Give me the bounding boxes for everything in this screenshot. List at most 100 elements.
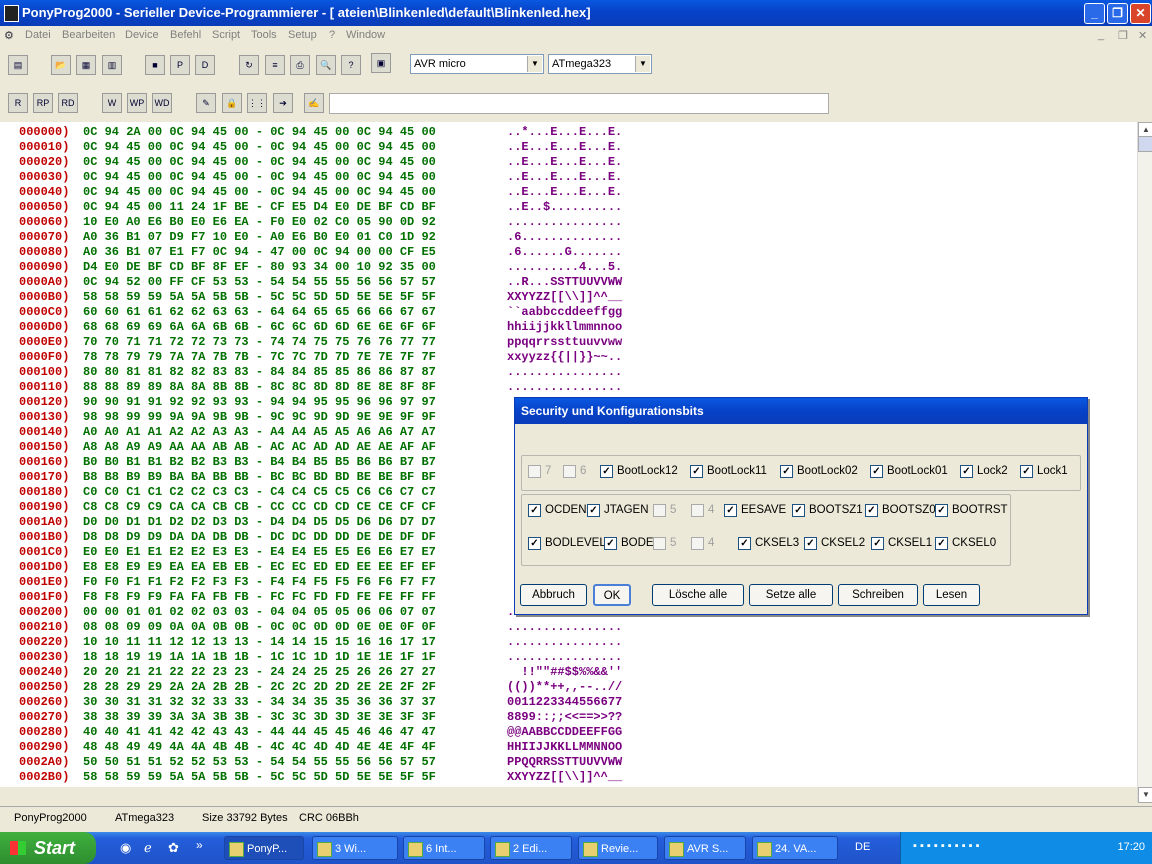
hex-row[interactable]: 000280) 40 40 41 41 42 42 43 43 - 44 44 4… xyxy=(0,725,700,740)
lock-icon[interactable]: 🔒 xyxy=(222,93,242,113)
hex-bytes[interactable]: 18 18 19 19 1A 1A 1B 1B - 1C 1C 1D 1D 1E… xyxy=(83,650,436,664)
hex-ascii[interactable]: 0011223344556677 xyxy=(507,695,622,709)
media-icon[interactable]: ✿ xyxy=(168,840,179,856)
hex-bytes[interactable]: 70 70 71 71 72 72 73 73 - 74 74 75 75 76… xyxy=(83,335,436,349)
hex-row[interactable]: 000210) 08 08 09 09 0A 0A 0B 0B - 0C 0C 0… xyxy=(0,620,700,635)
set-all-button[interactable]: Setze alle xyxy=(749,584,833,606)
mdi-close-icon[interactable]: ✕ xyxy=(1138,29,1147,42)
hex-bytes[interactable]: 10 E0 A0 E6 B0 E0 E6 EA - F0 E0 02 C0 05… xyxy=(83,215,436,229)
hex-bytes[interactable]: 08 08 09 09 0A 0A 0B 0B - 0C 0C 0D 0D 0E… xyxy=(83,620,436,634)
checkbox-box[interactable]: ✓ xyxy=(935,537,948,550)
hex-ascii[interactable]: ..........4...5. xyxy=(507,260,622,274)
task-avr-studio[interactable]: AVR S... xyxy=(664,836,746,860)
hex-row[interactable]: 000030) 0C 94 45 00 0C 94 45 00 - 0C 94 4… xyxy=(0,170,700,185)
hex-row[interactable]: 000270) 38 38 39 39 3A 3A 3B 3B - 3C 3C 3… xyxy=(0,710,700,725)
hex-ascii[interactable]: ................ xyxy=(507,380,622,394)
hex-bytes[interactable]: B0 B0 B1 B1 B2 B2 B3 B3 - B4 B4 B5 B5 B6… xyxy=(83,455,436,469)
hex-bytes[interactable]: 80 80 81 81 82 82 83 83 - 84 84 85 85 86… xyxy=(83,365,436,379)
checkbox-box[interactable]: ✓ xyxy=(865,504,878,517)
task-ponyprog[interactable]: PonyP... xyxy=(224,836,304,860)
save-icon[interactable]: ■ xyxy=(145,55,165,75)
hex-ascii[interactable]: ................ xyxy=(507,635,622,649)
hex-ascii[interactable]: 8899::;;<<==>>?? xyxy=(507,710,622,724)
menu-datei[interactable]: Datei xyxy=(25,29,51,41)
hex-row[interactable]: 0000B0) 58 58 59 59 5A 5A 5B 5B - 5C 5C 5… xyxy=(0,290,700,305)
hex-bytes[interactable]: 00 00 01 01 02 02 03 03 - 04 04 05 05 06… xyxy=(83,605,436,619)
reload-icon[interactable]: ↻ xyxy=(239,55,259,75)
language-indicator[interactable]: DE xyxy=(855,841,870,853)
clear-all-button[interactable]: Lösche alle xyxy=(652,584,744,606)
open-program-icon[interactable]: ▦ xyxy=(76,55,96,75)
hex-bytes[interactable]: F0 F0 F1 F1 F2 F2 F3 F3 - F4 F4 F5 F5 F6… xyxy=(83,575,436,589)
hex-ascii[interactable]: xxyyzz{{||}}~~.. xyxy=(507,350,622,364)
hex-bytes[interactable]: 38 38 39 39 3A 3A 3B 3B - 3C 3C 3D 3D 3E… xyxy=(83,710,436,724)
save-program-icon[interactable]: P xyxy=(170,55,190,75)
hex-bytes[interactable]: 98 98 99 99 9A 9A 9B 9B - 9C 9C 9D 9D 9E… xyxy=(83,410,436,424)
script-edit-icon[interactable]: ✍ xyxy=(304,93,324,113)
hex-ascii[interactable]: .6......G....... xyxy=(507,245,622,259)
checkbox-box[interactable]: ✓ xyxy=(935,504,948,517)
hex-bytes[interactable]: 90 90 91 91 92 92 93 93 - 94 94 95 95 96… xyxy=(83,395,436,409)
task-explorer[interactable]: 3 Wi... xyxy=(312,836,398,860)
checkbox-box[interactable]: ✓ xyxy=(870,465,883,478)
tray-icons[interactable]: ▪ ▪ ▪ ▪ ▪ ▪ ▪ ▪ ▪ ▪ xyxy=(913,840,980,852)
device-model-select[interactable]: ATmega323 ▼ xyxy=(548,54,652,74)
vertical-scrollbar[interactable]: ▲ ▼ xyxy=(1137,122,1152,803)
checkbox-box[interactable]: ✓ xyxy=(871,537,884,550)
write-all-icon[interactable]: W xyxy=(102,93,122,113)
checkbox-box[interactable]: ✓ xyxy=(724,504,737,517)
start-button[interactable]: Start xyxy=(0,832,96,864)
open-file-icon[interactable]: 📂 xyxy=(51,55,71,75)
hex-ascii[interactable]: ..R...SSTTUUVVWW xyxy=(507,275,622,289)
mdi-minimize-icon[interactable]: _ xyxy=(1098,29,1104,41)
hex-bytes[interactable]: 0C 94 52 00 FF CF 53 53 - 54 54 55 55 56… xyxy=(83,275,436,289)
checkbox-box[interactable]: ✓ xyxy=(804,537,817,550)
chip-icon[interactable]: ▣ xyxy=(371,53,391,73)
hex-ascii[interactable]: ................ xyxy=(507,365,622,379)
config-grid-icon[interactable]: ⋮⋮ xyxy=(247,93,267,113)
hex-bytes[interactable]: 50 50 51 51 52 52 53 53 - 54 54 55 55 56… xyxy=(83,755,436,769)
hex-row[interactable]: 000040) 0C 94 45 00 0C 94 45 00 - 0C 94 4… xyxy=(0,185,700,200)
hex-bytes[interactable]: 28 28 29 29 2A 2A 2B 2B - 2C 2C 2D 2D 2E… xyxy=(83,680,436,694)
hex-row[interactable]: 0000E0) 70 70 71 71 72 72 73 73 - 74 74 7… xyxy=(0,335,700,350)
open-data-icon[interactable]: ▥ xyxy=(102,55,122,75)
checkbox-box[interactable]: ✓ xyxy=(528,537,541,550)
hex-bytes[interactable]: A8 A8 A9 A9 AA AA AB AB - AC AC AD AD AE… xyxy=(83,440,436,454)
checkbox-box[interactable]: ✓ xyxy=(1020,465,1033,478)
hex-row[interactable]: 000260) 30 30 31 31 32 32 33 33 - 34 34 3… xyxy=(0,695,700,710)
checkbox-box[interactable]: ✓ xyxy=(780,465,793,478)
hex-bytes[interactable]: F8 F8 F9 F9 FA FA FB FB - FC FC FD FD FE… xyxy=(83,590,436,604)
hex-bytes[interactable]: 40 40 41 41 42 42 43 43 - 44 44 45 45 46… xyxy=(83,725,436,739)
hex-bytes[interactable]: 58 58 59 59 5A 5A 5B 5B - 5C 5C 5D 5D 5E… xyxy=(83,770,436,784)
hex-ascii[interactable]: ................ xyxy=(507,620,622,634)
open-project-icon[interactable]: ▤ xyxy=(8,55,28,75)
hex-bytes[interactable]: 20 20 21 21 22 22 23 23 - 24 24 25 25 26… xyxy=(83,665,436,679)
hex-row[interactable]: 0000A0) 0C 94 52 00 FF CF 53 53 - 54 54 5… xyxy=(0,275,700,290)
hex-bytes[interactable]: D4 E0 DE BF CD BF 8F EF - 80 93 34 00 10… xyxy=(83,260,436,274)
hex-bytes[interactable]: A0 A0 A1 A1 A2 A2 A3 A3 - A4 A4 A5 A5 A6… xyxy=(83,425,436,439)
hex-ascii[interactable]: ..E...E...E...E. xyxy=(507,185,622,199)
hex-row[interactable]: 000080) A0 36 B1 07 E1 F7 0C 94 - 47 00 0… xyxy=(0,245,700,260)
read-all-icon[interactable]: R xyxy=(8,93,28,113)
task-editor[interactable]: 2 Edi... xyxy=(490,836,572,860)
hex-bytes[interactable]: D0 D0 D1 D1 D2 D2 D3 D3 - D4 D4 D5 D5 D6… xyxy=(83,515,436,529)
task-internet[interactable]: 6 Int... xyxy=(403,836,485,860)
hex-row[interactable]: 000070) A0 36 B1 07 D9 F7 10 E0 - A0 E6 B… xyxy=(0,230,700,245)
hex-ascii[interactable]: XXYYZZ[[\\]]^^__ xyxy=(507,290,622,304)
maximize-button[interactable]: ❐ xyxy=(1107,3,1128,24)
help-icon[interactable]: ? xyxy=(341,55,361,75)
cancel-button[interactable]: Abbruch xyxy=(520,584,587,606)
hex-bytes[interactable]: 0C 94 2A 00 0C 94 45 00 - 0C 94 45 00 0C… xyxy=(83,125,436,139)
hex-ascii[interactable]: (())**++,,--..// xyxy=(507,680,622,694)
read-button[interactable]: Lesen xyxy=(923,584,980,606)
hex-bytes[interactable]: 78 78 79 79 7A 7A 7B 7B - 7C 7C 7D 7D 7E… xyxy=(83,350,436,364)
menu-window[interactable]: Window xyxy=(346,29,385,41)
hex-ascii[interactable]: @@AABBCCDDEEFFGG xyxy=(507,725,622,739)
hex-bytes[interactable]: C0 C0 C1 C1 C2 C2 C3 C3 - C4 C4 C5 C5 C6… xyxy=(83,485,436,499)
save-data-icon[interactable]: D xyxy=(195,55,215,75)
hex-bytes[interactable]: D8 D8 D9 D9 DA DA DB DB - DC DC DD DD DE… xyxy=(83,530,436,544)
hex-ascii[interactable]: ................ xyxy=(507,650,622,664)
quicklaunch-icon[interactable]: ◉ xyxy=(120,840,131,856)
hex-row[interactable]: 0000D0) 68 68 69 69 6A 6A 6B 6B - 6C 6C 6… xyxy=(0,320,700,335)
hex-ascii[interactable]: ..E...E...E...E. xyxy=(507,140,622,154)
